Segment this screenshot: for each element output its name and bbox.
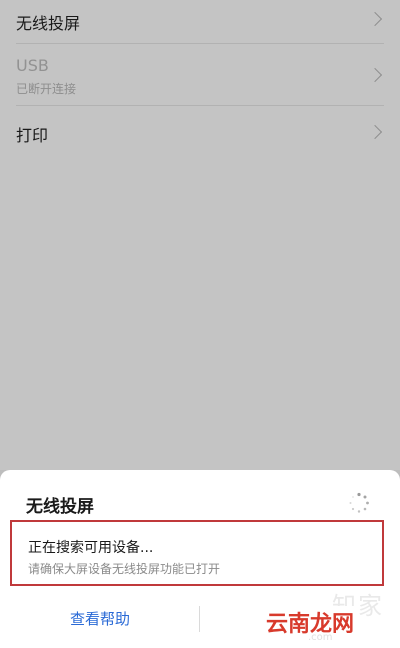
watermark: 知家 云南龙网 .com: [258, 586, 398, 646]
view-help-button[interactable]: 查看帮助: [0, 602, 200, 636]
button-divider: [199, 606, 200, 632]
settings-item-label: 打印: [16, 126, 49, 145]
settings-item-label: 无线投屏: [16, 14, 81, 33]
chevron-right-icon: [367, 67, 383, 83]
search-status-box: 正在搜索可用设备... 请确保大屏设备无线投屏功能已打开: [10, 520, 384, 586]
settings-item-label: USB: [16, 56, 49, 75]
search-status-text: 正在搜索可用设备...: [28, 540, 154, 556]
settings-list: 无线投屏 USB 已断开连接 打印: [0, 0, 400, 470]
settings-item-wireless-projection[interactable]: 无线投屏: [0, 0, 400, 42]
chevron-right-icon: [367, 124, 383, 140]
settings-item-print[interactable]: 打印: [0, 106, 400, 158]
watermark-url-text: .com: [308, 632, 333, 643]
search-status-hint: 请确保大屏设备无线投屏功能已打开: [28, 562, 221, 576]
settings-item-sublabel: 已断开连接: [16, 82, 77, 96]
sheet-title: 无线投屏: [26, 497, 94, 517]
loading-spinner-icon: [349, 492, 369, 513]
chevron-right-icon: [367, 11, 383, 27]
settings-item-usb[interactable]: USB 已断开连接: [0, 44, 400, 104]
